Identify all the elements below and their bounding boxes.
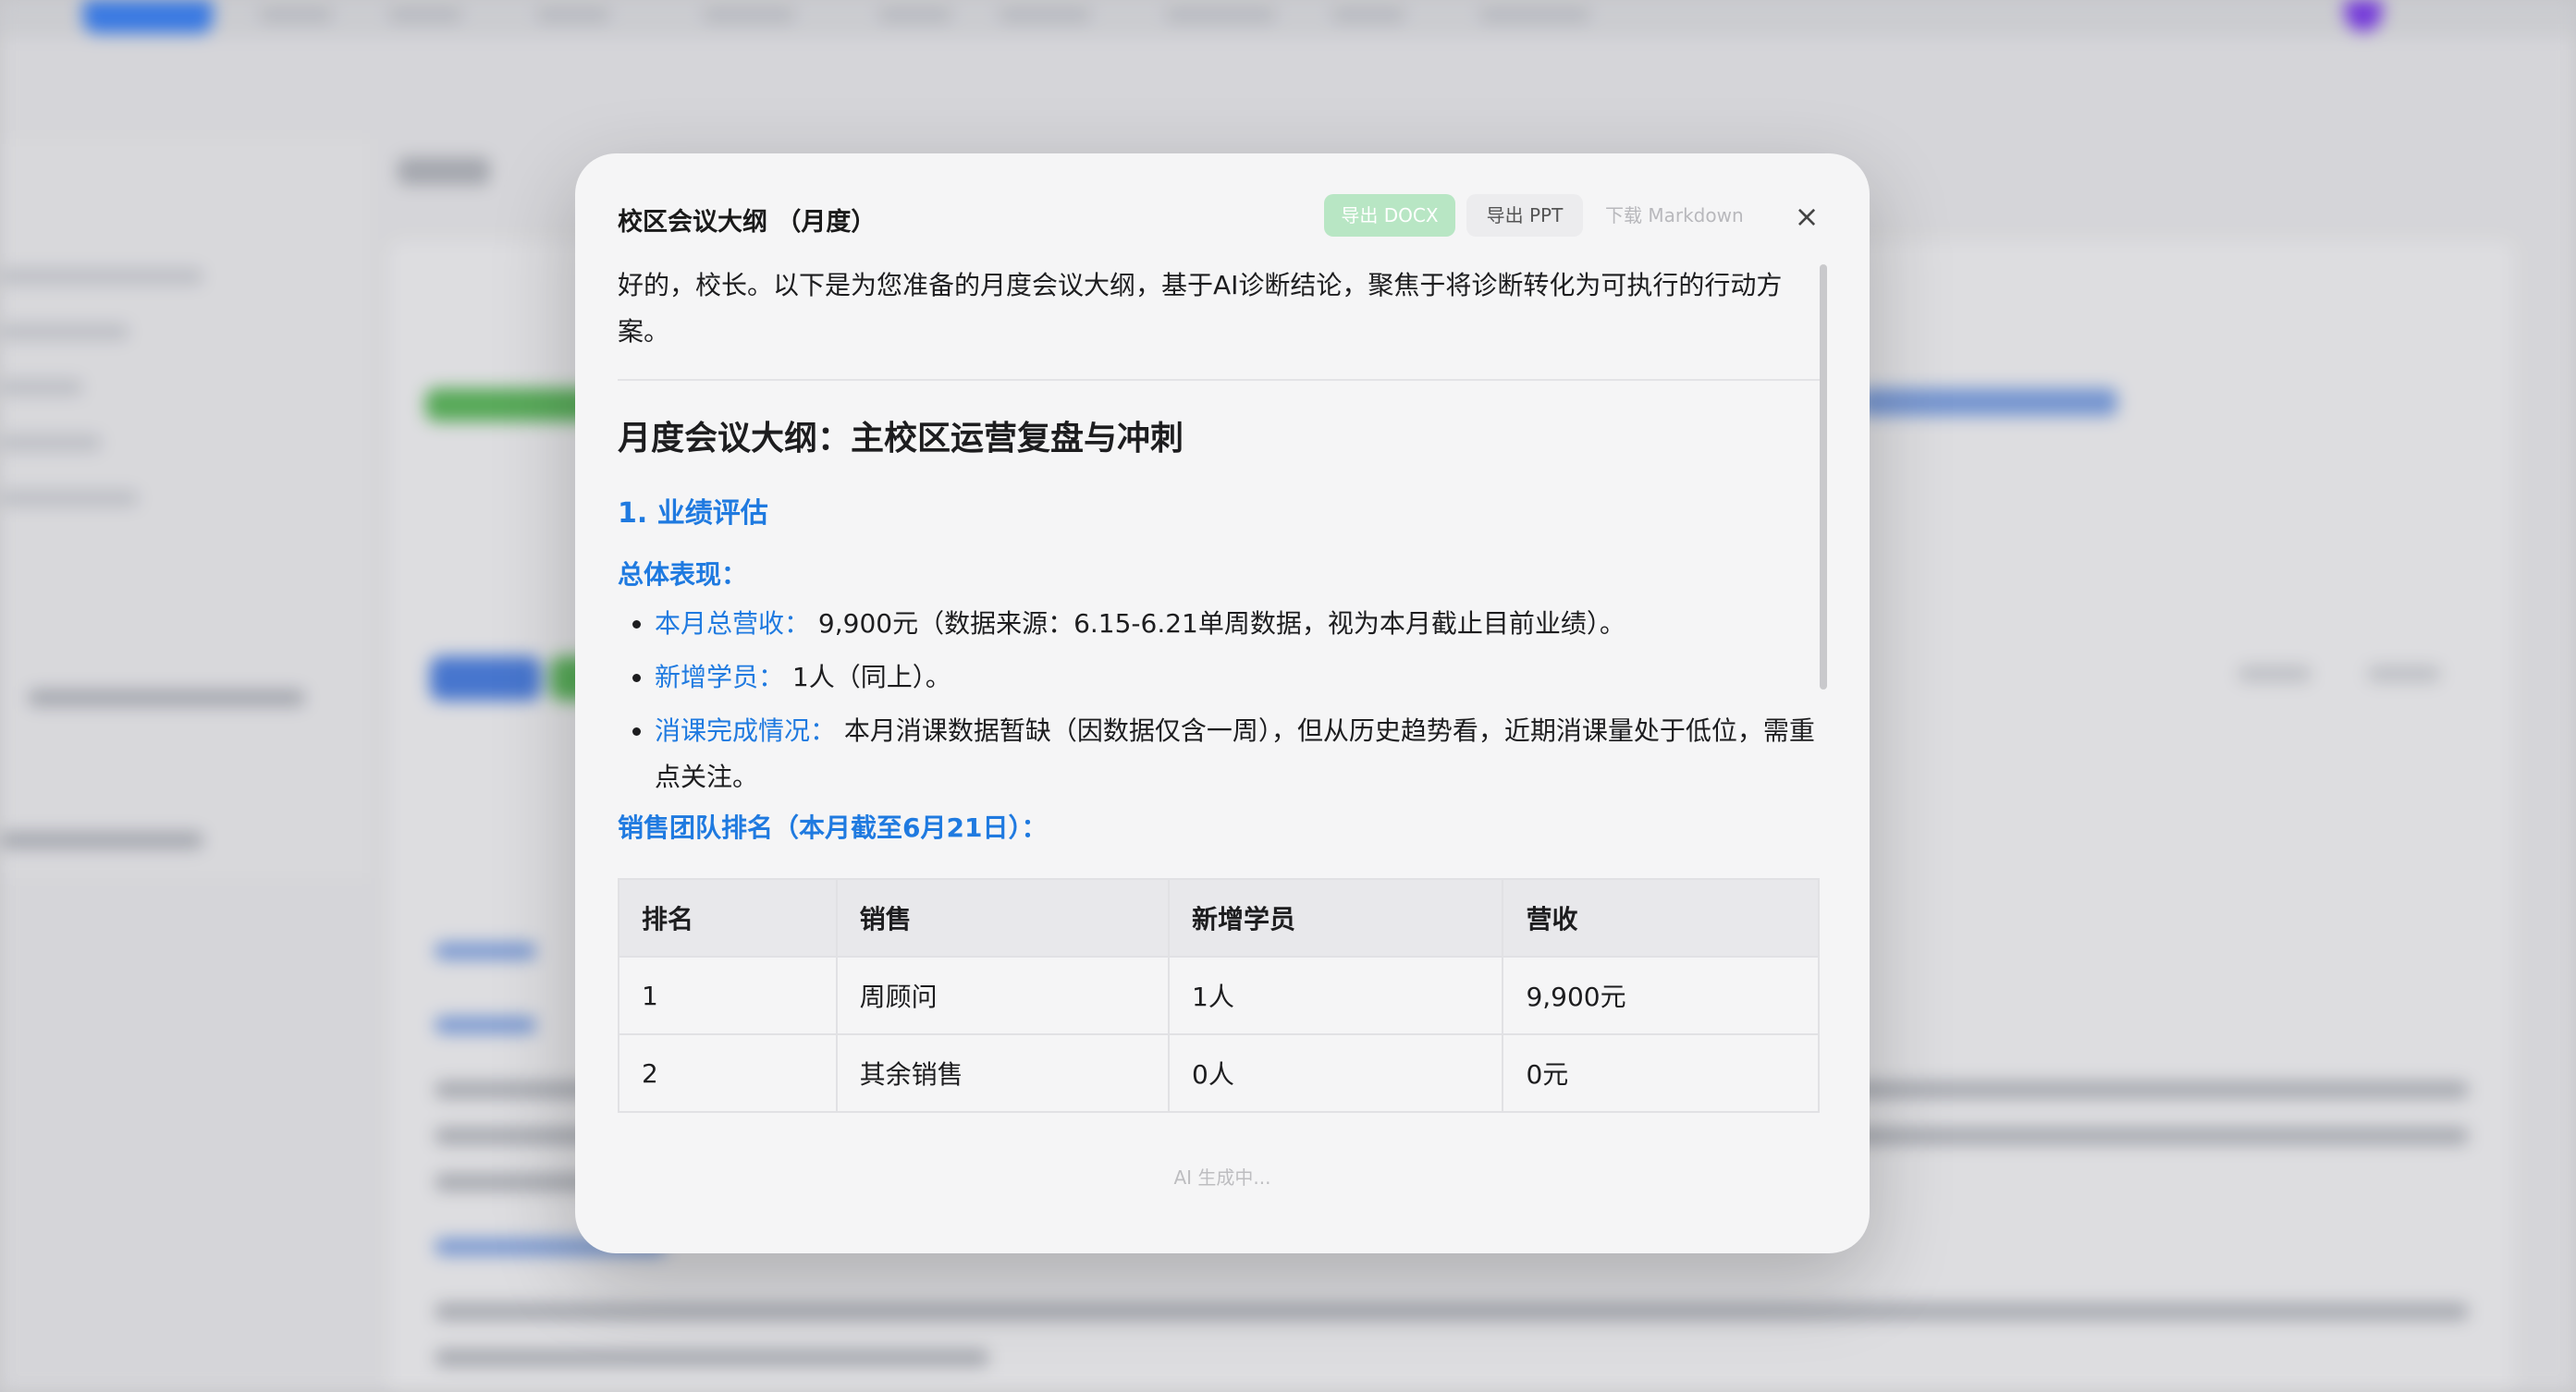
ranking-label: 销售团队排名（本月截至6月21日）：	[618, 812, 1048, 843]
modal-title: 校区会议大纲 （月度）	[618, 208, 877, 237]
table-cell: 0元	[1502, 1033, 1820, 1113]
bullet-text: 1人（同上）。	[791, 662, 951, 692]
divider	[618, 379, 1820, 381]
bullet-label: 新增学员：	[655, 662, 785, 692]
table-cell: 0人	[1168, 1033, 1504, 1113]
bullet-text: 9,900元（数据来源：6.15-6.21单周数据，视为本月截止目前业绩）。	[817, 608, 1625, 639]
column-header: 新增学员	[1168, 878, 1504, 958]
ranking-table: 排名 销售 新增学员 营收 1 周顾问 1人 9,900元 2 其余销售 0人	[618, 878, 1820, 1113]
table-cell: 1人	[1168, 956, 1504, 1035]
export-docx-button[interactable]: 导出 DOCX	[1324, 194, 1455, 237]
table-cell: 9,900元	[1502, 956, 1820, 1035]
export-ppt-button[interactable]: 导出 PPT	[1466, 194, 1583, 237]
content-scrollbar[interactable]	[1820, 264, 1827, 690]
intro-text: 好的，校长。以下是为您准备的月度会议大纲，基于AI诊断结论，聚焦于将诊断转化为可…	[618, 270, 1783, 347]
close-icon[interactable]: ×	[1788, 198, 1825, 235]
table-cell: 1	[618, 956, 838, 1035]
column-header: 销售	[835, 878, 1171, 958]
bullet-list: 本月总营收： 9,900元（数据来源：6.15-6.21单周数据，视为本月截止目…	[618, 601, 1820, 800]
column-header: 营收	[1502, 878, 1820, 958]
outline-heading: 月度会议大纲：主校区运营复盘与冲刺	[618, 420, 1184, 458]
bullet-label: 本月总营收：	[655, 608, 811, 639]
generating-status: AI 生成中...	[1173, 1166, 1271, 1189]
list-item: 消课完成情况： 本月消课数据暂缺（因数据仅含一周），但从历史趋势看，近期消课量处…	[655, 708, 1820, 800]
table-cell: 周顾问	[835, 956, 1171, 1035]
table-cell: 其余销售	[835, 1033, 1171, 1113]
table-cell: 2	[618, 1033, 838, 1113]
list-item: 新增学员： 1人（同上）。	[655, 654, 1820, 701]
meeting-outline-modal: 校区会议大纲 （月度） 导出 DOCX 导出 PPT 下载 Markdown ×…	[575, 153, 1870, 1253]
table-row: 1 周顾问 1人 9,900元	[618, 956, 1820, 1035]
column-header: 排名	[618, 878, 838, 958]
bullet-label: 消课完成情况：	[655, 715, 837, 746]
list-item: 本月总营收： 9,900元（数据来源：6.15-6.21单周数据，视为本月截止目…	[655, 601, 1820, 647]
table-row: 2 其余销售 0人 0元	[618, 1033, 1820, 1113]
modal-content: 好的，校长。以下是为您准备的月度会议大纲，基于AI诊断结论，聚焦于将诊断转化为可…	[618, 263, 1820, 1187]
table-header-row: 排名 销售 新增学员 营收	[618, 878, 1820, 958]
modal-header: 校区会议大纲 （月度） 导出 DOCX 导出 PPT 下载 Markdown ×	[618, 194, 1825, 240]
overall-label: 总体表现：	[618, 559, 748, 590]
download-markdown-button[interactable]: 下载 Markdown	[1589, 194, 1760, 237]
section-heading: 1. 业绩评估	[618, 497, 768, 530]
